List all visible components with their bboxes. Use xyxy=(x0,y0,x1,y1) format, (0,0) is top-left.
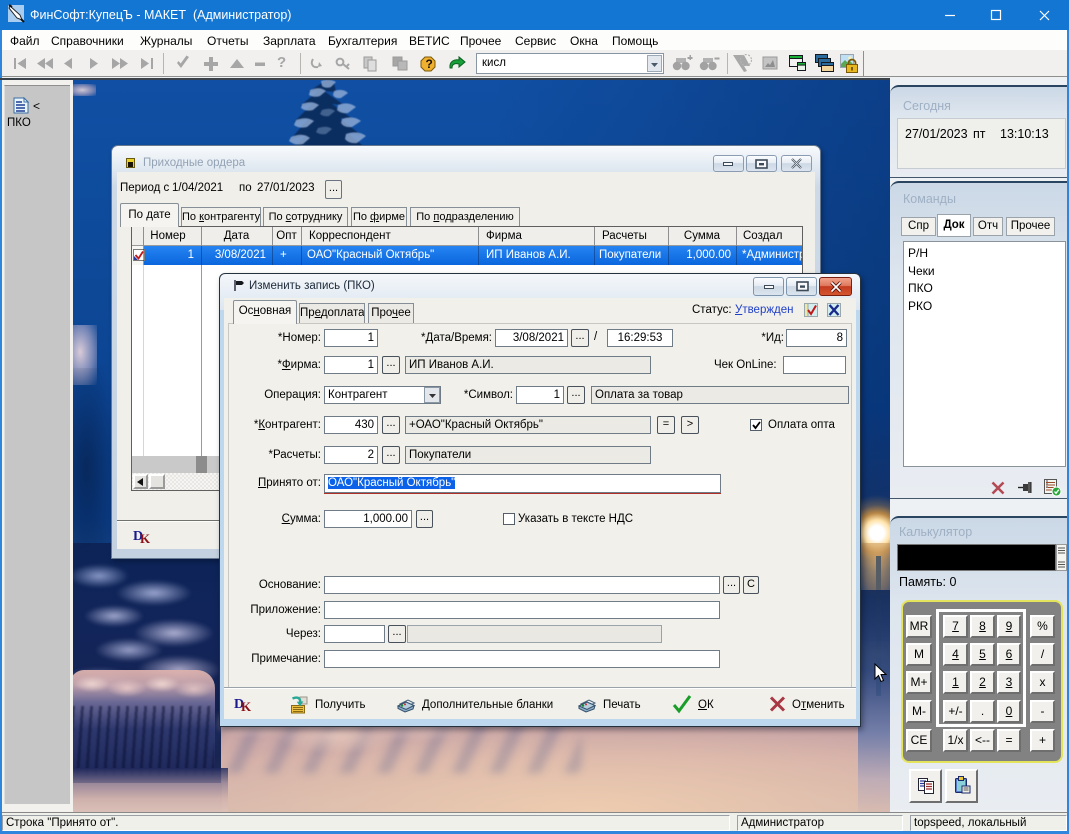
svg-text:?: ? xyxy=(426,57,433,71)
svg-text:K: K xyxy=(241,699,252,712)
svg-text:K: K xyxy=(140,531,151,544)
